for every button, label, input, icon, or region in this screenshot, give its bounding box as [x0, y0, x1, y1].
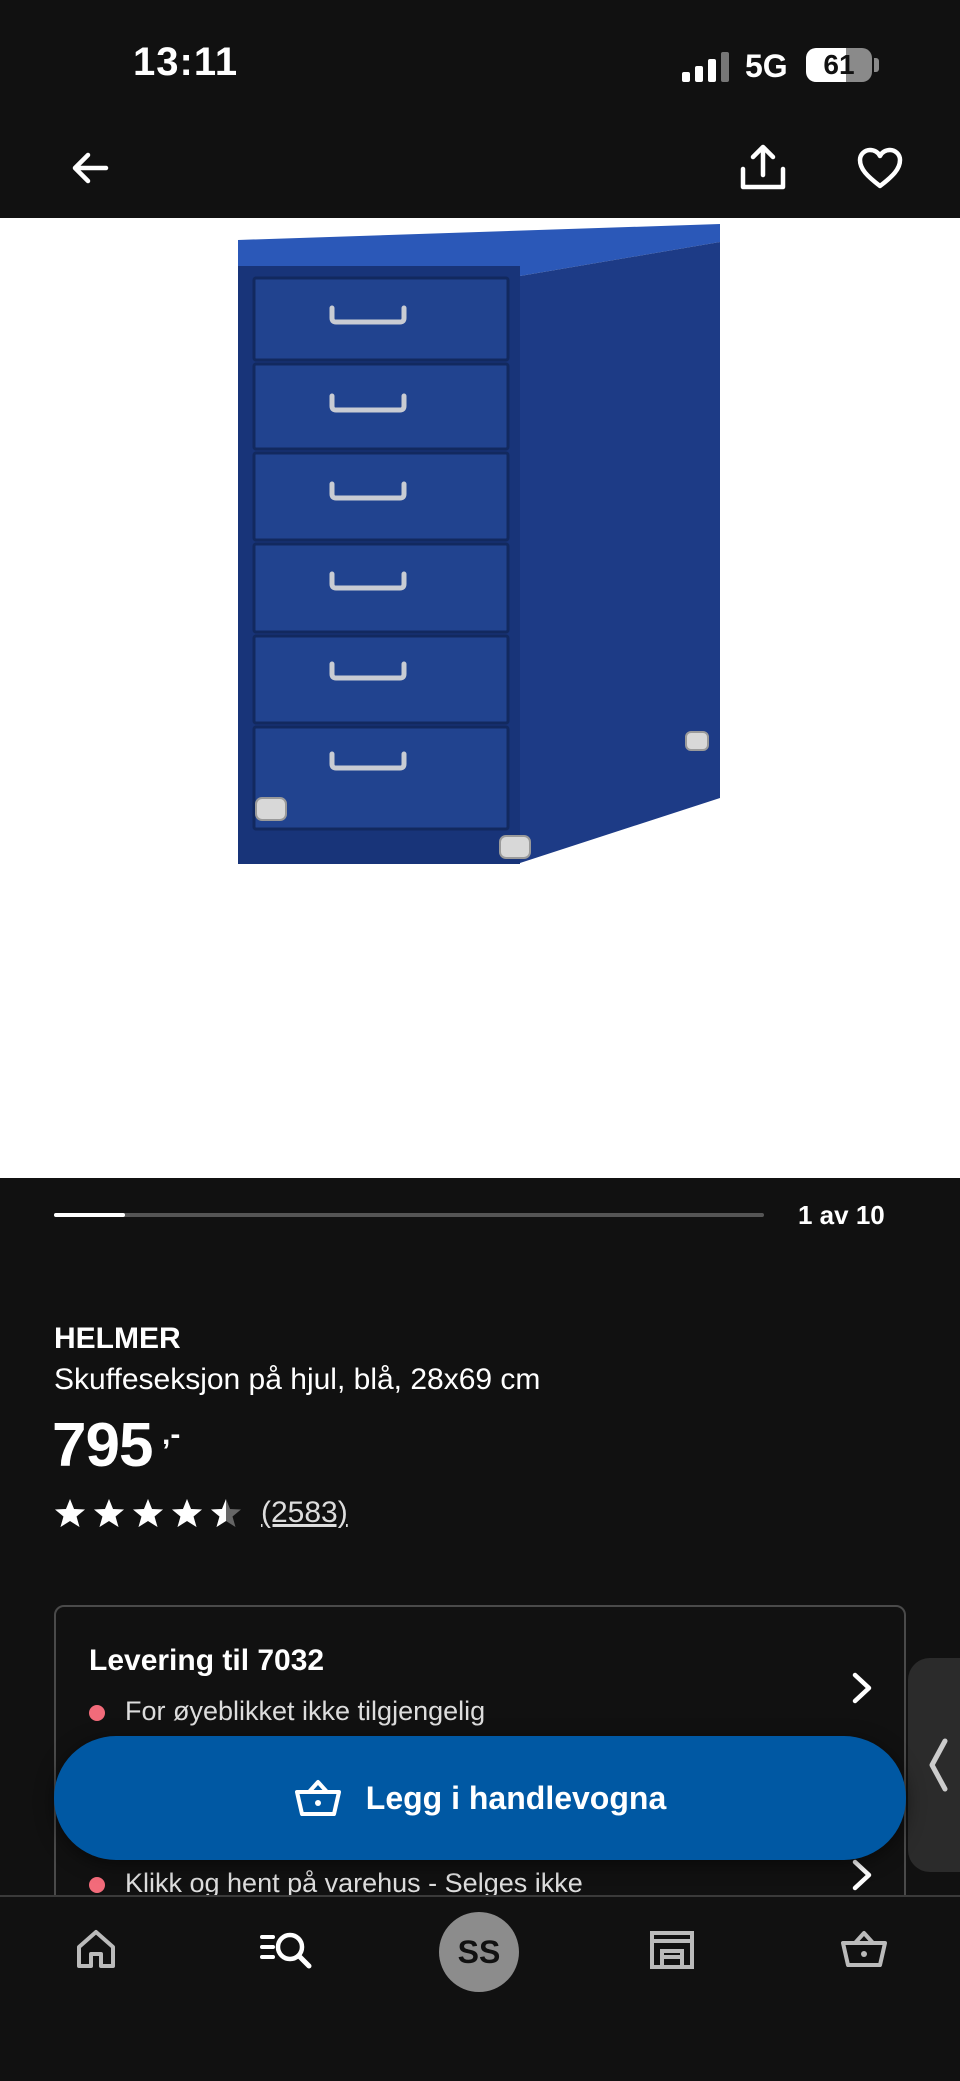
nav-bar: [0, 130, 960, 218]
delivery-title: Levering til 7032: [89, 1644, 325, 1677]
star-icon: [94, 1499, 124, 1527]
signal-icon: [682, 52, 729, 82]
battery-cap: [874, 58, 879, 72]
heart-icon: [857, 147, 903, 189]
price-suffix: ,-: [162, 1418, 181, 1451]
store-unavailable-dot-icon: [89, 1877, 105, 1893]
home-icon: [77, 1930, 115, 1968]
product-price: 795: [52, 1411, 153, 1480]
delivery-chevron-right-icon[interactable]: [842, 1668, 882, 1708]
basket-icon: [294, 1780, 341, 1816]
share-icon: [740, 144, 786, 190]
rating-stars: [54, 1497, 249, 1529]
drawer-cabinet-illustration: [238, 224, 720, 864]
side-drawer-handle[interactable]: [908, 1658, 960, 1872]
share-button[interactable]: [735, 140, 791, 196]
tab-cart[interactable]: [824, 1914, 904, 1984]
star-icon: [55, 1499, 85, 1527]
status-time: 13:11: [133, 40, 239, 84]
battery-icon: 61: [806, 48, 872, 82]
gallery-progress-track: [54, 1213, 764, 1217]
review-count-link[interactable]: (2583): [261, 1496, 348, 1530]
network-label: 5G: [745, 48, 788, 84]
product-description: Skuffeseksjon på hjul, blå, 28x69 cm: [54, 1363, 541, 1396]
product-image[interactable]: [0, 218, 960, 1178]
add-to-cart-button[interactable]: Legg i handlevogna: [54, 1736, 906, 1860]
star-icon: [172, 1499, 202, 1527]
gallery-progress-fill: [54, 1213, 125, 1217]
product-name: HELMER: [54, 1322, 181, 1355]
delivery-status: For øyeblikket ikke tilgjengelig: [125, 1696, 486, 1726]
rating[interactable]: (2583): [54, 1496, 348, 1530]
back-button[interactable]: [62, 140, 118, 196]
battery-level: 61: [823, 49, 855, 80]
store-icon: [650, 1931, 694, 1969]
tab-home[interactable]: [56, 1914, 136, 1984]
gallery-counter: 1 av 10: [798, 1200, 885, 1230]
star-icon: [211, 1499, 241, 1527]
arrow-left-icon: [72, 152, 109, 184]
profile-avatar[interactable]: SS: [439, 1912, 519, 1992]
cart-icon: [841, 1931, 887, 1967]
chevron-left-icon: [929, 1738, 948, 1792]
store-chevron-right-icon[interactable]: [842, 1855, 882, 1895]
tab-search[interactable]: [247, 1914, 327, 1984]
unavailable-dot-icon: [89, 1705, 105, 1721]
tab-store[interactable]: [632, 1914, 712, 1984]
add-to-cart-label: Legg i handlevogna: [365, 1779, 667, 1816]
search-list-icon: [260, 1932, 312, 1969]
star-icon: [133, 1499, 163, 1527]
favorite-button[interactable]: [852, 140, 908, 196]
